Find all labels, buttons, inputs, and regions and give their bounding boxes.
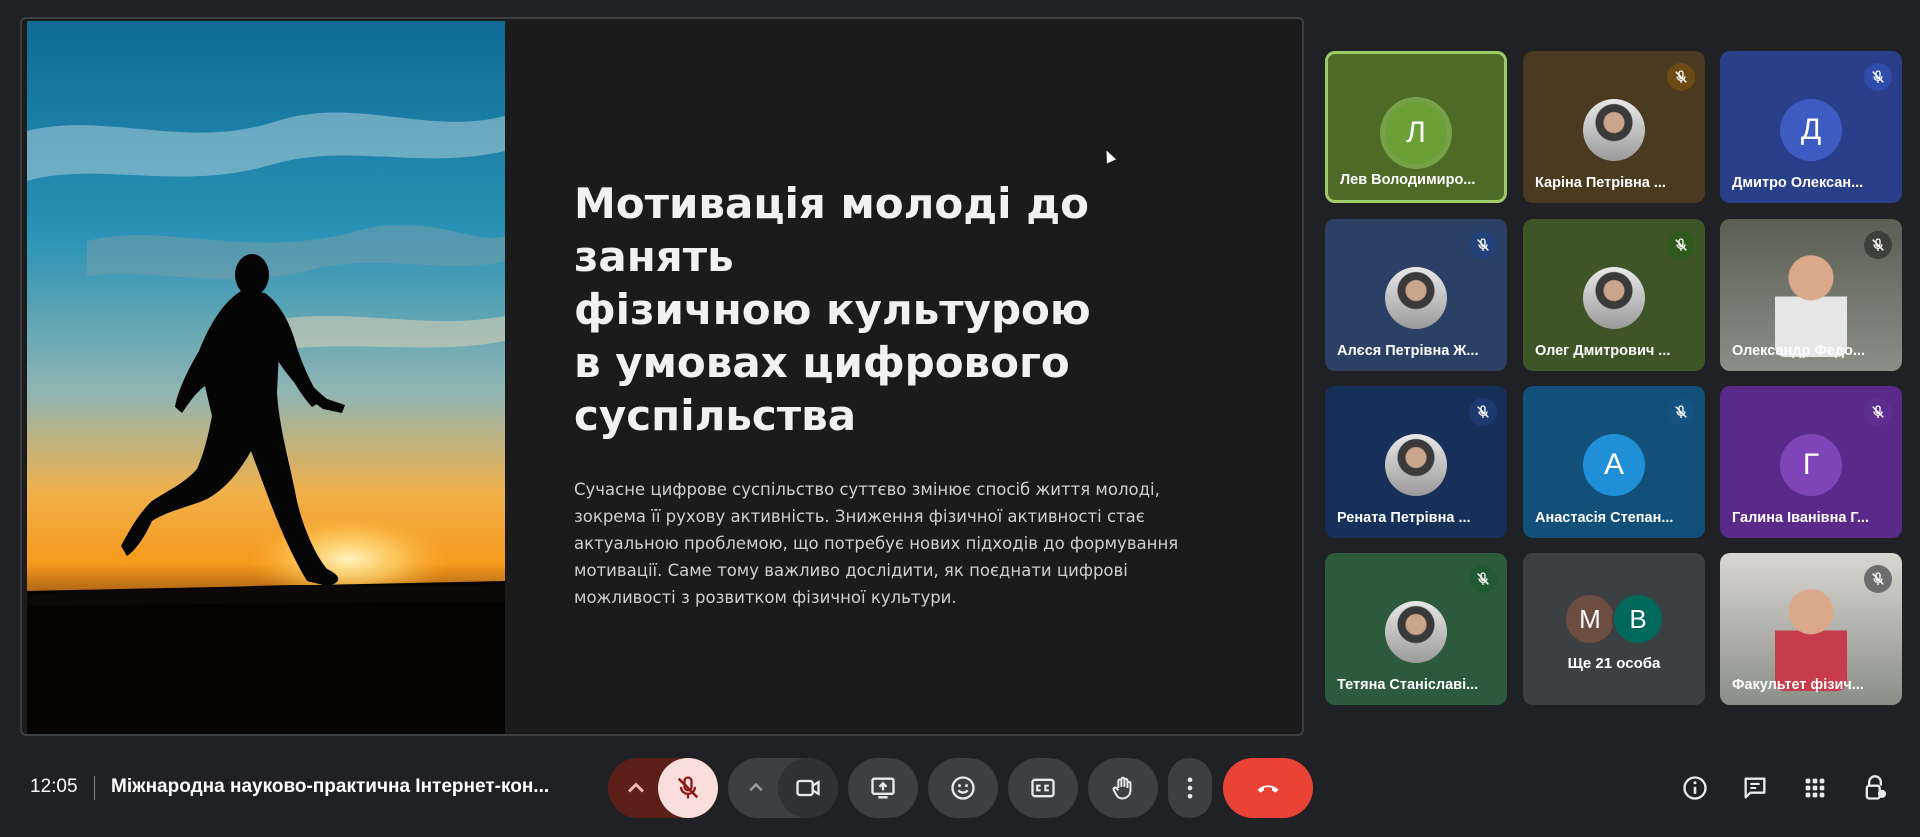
chat-button[interactable] [1737, 770, 1773, 806]
meeting-title[interactable]: Міжнародна науково-практична Інтернет-ко… [111, 776, 581, 798]
clock: 12:05 [30, 776, 78, 797]
mic-off-icon [1469, 398, 1497, 426]
chevron-up-icon [627, 782, 645, 793]
slide-content: Мотивація молоді до занять фізичною куль… [574, 177, 1254, 611]
participant-tile[interactable]: Факультет фізич... [1720, 553, 1902, 705]
runner-sunset-image [27, 21, 505, 734]
videocam-icon [796, 779, 820, 797]
participant-avatar [1385, 267, 1447, 329]
camera-toggle-button[interactable] [778, 758, 838, 818]
mic-off-icon [1667, 231, 1695, 259]
participant-avatar: Д [1780, 99, 1842, 161]
participant-tile[interactable]: Л Лев Володимиро... [1325, 51, 1507, 203]
mic-off-icon [1864, 398, 1892, 426]
reactions-button[interactable] [928, 758, 998, 818]
more-participants-tile[interactable]: М В Ще 21 особа [1523, 553, 1705, 705]
slide-title: Мотивація молоді до занять фізичною куль… [574, 179, 1091, 440]
participant-tile[interactable]: А Анастасія Степан... [1523, 386, 1705, 538]
participant-avatar: А [1583, 434, 1645, 496]
mic-off-icon [1667, 398, 1695, 426]
apps-grid-icon [1805, 778, 1825, 798]
participant-avatar [1385, 601, 1447, 663]
participant-tile[interactable]: Рената Петрівна ... [1325, 386, 1507, 538]
participant-name: Олег Дмитрович ... [1535, 343, 1671, 359]
divider [94, 776, 95, 800]
participant-tile[interactable]: Каріна Петрівна ... [1523, 51, 1705, 203]
chevron-up-icon [749, 782, 763, 792]
participant-tile[interactable]: Алєся Петрівна Ж... [1325, 219, 1507, 371]
participant-avatar [1583, 99, 1645, 161]
presentation-stage: Мотивація молоді до занять фізичною куль… [20, 17, 1304, 736]
participant-name: Каріна Петрівна ... [1535, 175, 1666, 191]
present-screen-button[interactable] [848, 758, 918, 818]
participant-video [1775, 247, 1847, 357]
captions-button[interactable] [1008, 758, 1078, 818]
host-controls-button[interactable] [1857, 770, 1893, 806]
raise-hand-button[interactable] [1088, 758, 1158, 818]
lock-person-icon [1865, 775, 1887, 800]
more-participants-label: Ще 21 особа [1567, 655, 1661, 672]
call-end-icon [1257, 785, 1279, 793]
participant-avatar: Г [1780, 434, 1842, 496]
mic-off-icon [1667, 63, 1695, 91]
leave-call-button[interactable] [1223, 758, 1313, 818]
participant-tile[interactable]: Д Дмитро Олексан... [1720, 51, 1902, 203]
participant-name: Тетяна Станіславі... [1337, 677, 1479, 693]
more-vert-icon [1187, 777, 1193, 799]
more-options-button[interactable] [1168, 758, 1212, 818]
more-avatar-2: В [1612, 593, 1664, 645]
more-avatar-1: М [1564, 593, 1616, 645]
meet-window: Мотивація молоді до занять фізичною куль… [0, 0, 1920, 837]
participant-tile[interactable]: Олександр Федо... [1720, 219, 1902, 371]
participant-avatar: Л [1385, 102, 1447, 164]
activities-button[interactable] [1797, 770, 1833, 806]
mic-off-icon [1469, 565, 1497, 593]
participant-name: Дмитро Олексан... [1732, 175, 1864, 191]
participant-name: Факультет фізич... [1732, 677, 1864, 693]
mic-off-icon [1864, 231, 1892, 259]
participant-avatar [1385, 434, 1447, 496]
participant-tile[interactable]: Олег Дмитрович ... [1523, 219, 1705, 371]
participant-name: Рената Петрівна ... [1337, 510, 1471, 526]
info-icon [1683, 776, 1707, 800]
participant-video [1775, 581, 1847, 691]
audio-options-button[interactable] [608, 758, 664, 818]
hand-icon [1112, 776, 1132, 800]
participant-name: Галина Іванівна Г... [1732, 510, 1869, 526]
slide-body: Сучасне цифрове суспільство суттєво змін… [574, 480, 1179, 607]
chat-icon [1744, 777, 1766, 799]
mic-off-icon [677, 776, 699, 799]
video-options-button[interactable] [728, 758, 784, 818]
participant-tile[interactable]: Г Галина Іванівна Г... [1720, 386, 1902, 538]
participant-avatar [1583, 267, 1645, 329]
mic-off-icon [1864, 565, 1892, 593]
meeting-details-button[interactable] [1677, 770, 1713, 806]
participant-name: Олександр Федо... [1732, 343, 1865, 359]
participant-tile[interactable]: Тетяна Станіславі... [1325, 553, 1507, 705]
present-screen-icon [871, 777, 895, 799]
mic-off-icon [1469, 231, 1497, 259]
participant-name: Лев Володимиро... [1340, 172, 1476, 188]
mic-off-icon [1864, 63, 1892, 91]
participant-name: Алєся Петрівна Ж... [1337, 343, 1479, 359]
closed-captions-icon [1031, 778, 1055, 798]
mic-toggle-button[interactable] [658, 758, 718, 818]
participant-name: Анастасія Степан... [1535, 510, 1674, 526]
emoji-icon [951, 776, 975, 800]
